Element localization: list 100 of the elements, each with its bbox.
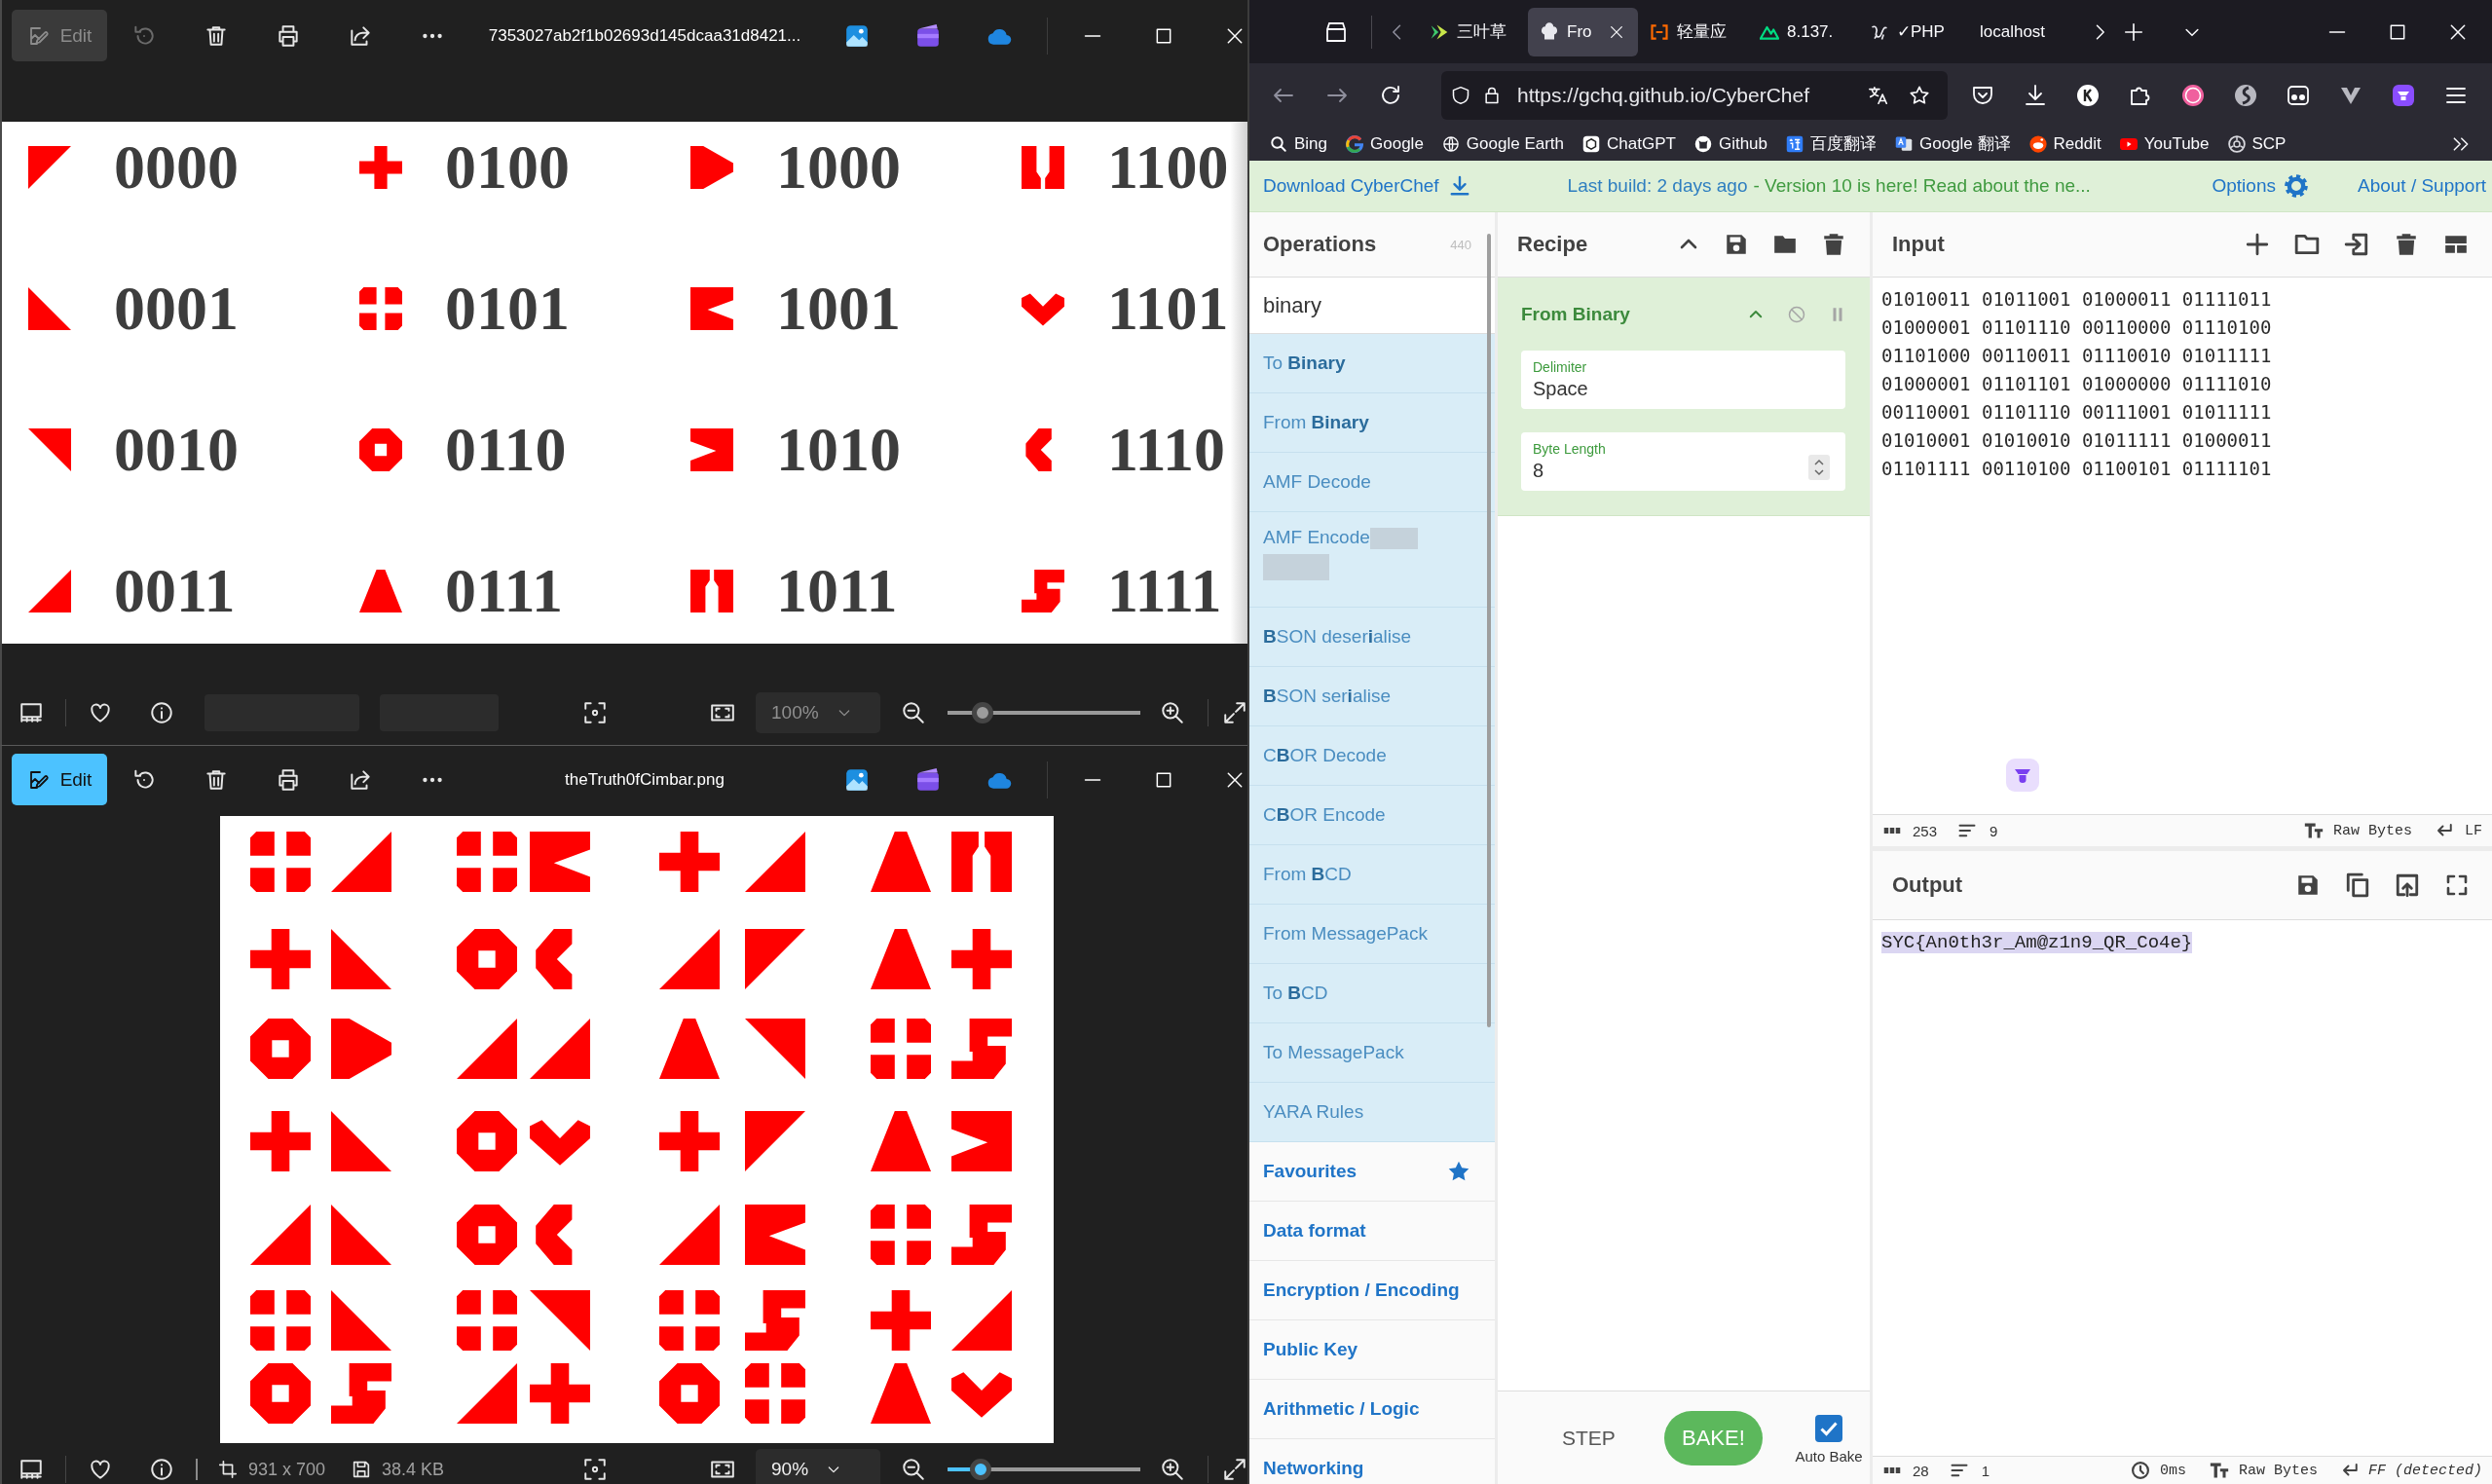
picture-app-icon[interactable] xyxy=(844,766,870,793)
round-badge-icon[interactable] xyxy=(2181,83,2205,107)
operation-item[interactable]: CBOR Decode xyxy=(1249,726,1495,786)
return-icon[interactable] xyxy=(2340,1462,2359,1479)
zoom-out-icon[interactable] xyxy=(901,1457,926,1482)
translate-icon[interactable] xyxy=(1868,84,1889,106)
print-icon[interactable] xyxy=(276,766,301,793)
extension-icon[interactable] xyxy=(2006,759,2039,792)
about-link[interactable]: About / Support xyxy=(2357,175,2486,197)
info-icon[interactable] xyxy=(149,700,174,725)
operation-item[interactable]: From Binary xyxy=(1249,393,1495,453)
browser-tab[interactable]: 三叶草 xyxy=(1418,7,1528,56)
expand-icon[interactable] xyxy=(1222,700,1247,725)
picture-app-icon[interactable] xyxy=(844,22,870,49)
zoom-in-icon[interactable] xyxy=(1160,1457,1185,1482)
ring-icon xyxy=(457,1205,517,1265)
browser-tab[interactable]: ✓PHP xyxy=(1858,7,1968,56)
browser-tab[interactable]: 8.137. xyxy=(1748,7,1858,56)
text-format-icon[interactable] xyxy=(2209,1461,2229,1480)
browser-tab[interactable]: 轻量应 xyxy=(1638,7,1748,56)
return-icon[interactable] xyxy=(2436,822,2453,839)
bookmark-link[interactable]: Reddit xyxy=(2028,133,2101,154)
letter-badge-icon[interactable] xyxy=(2076,83,2100,107)
clock-icon xyxy=(2130,1461,2150,1480)
zoom-out-icon[interactable] xyxy=(901,700,926,725)
expand-icon[interactable] xyxy=(1222,1457,1247,1482)
shield-icon[interactable] xyxy=(1451,85,1470,105)
operation-item[interactable]: To BCD xyxy=(1249,964,1495,1023)
close-tab-icon[interactable] xyxy=(1609,23,1624,40)
swirl-badge-icon[interactable] xyxy=(2234,83,2257,107)
info-icon[interactable] xyxy=(149,1457,174,1482)
ring-icon xyxy=(250,1363,311,1424)
bookmark-link[interactable]: Google xyxy=(1346,133,1424,154)
eol-label[interactable]: LF xyxy=(2465,822,2482,839)
lines-icon xyxy=(1958,822,1977,839)
scan-icon[interactable] xyxy=(582,1457,608,1482)
number-spinner[interactable] xyxy=(1808,455,1830,480)
bookmark-link[interactable]: 百度翻译 xyxy=(1786,132,1877,155)
zoom-dropdown[interactable]: 90% xyxy=(756,1449,880,1484)
film-app-icon[interactable] xyxy=(915,766,941,793)
bookmark-link[interactable]: SCP xyxy=(2227,133,2287,154)
download-link[interactable]: Download CyberChef xyxy=(1263,175,1470,197)
delete-icon[interactable] xyxy=(1821,232,1846,257)
bookmark-link[interactable]: YouTube xyxy=(2119,133,2210,154)
eol-label[interactable]: FF (detected) xyxy=(2367,1462,2482,1479)
blank-block xyxy=(1263,554,1329,580)
square-logo-icon[interactable] xyxy=(2392,83,2415,107)
folder-icon[interactable] xyxy=(2294,232,2320,257)
input-file-icon[interactable] xyxy=(2344,232,2369,257)
lock-icon[interactable] xyxy=(1482,85,1502,105)
text-format-icon[interactable] xyxy=(2303,821,2324,840)
print-icon[interactable] xyxy=(276,22,301,49)
bookmark-link[interactable]: ChatGPT xyxy=(1582,133,1676,154)
film-app-icon[interactable] xyxy=(915,22,941,49)
argument-field[interactable]: Byte Length 8 xyxy=(1521,432,1845,491)
filmstrip-icon[interactable] xyxy=(19,700,44,725)
operation-item[interactable]: BSON serialise xyxy=(1249,667,1495,726)
binary-code: 0001 xyxy=(114,275,239,343)
fullscreen-icon[interactable] xyxy=(2445,873,2469,897)
corner-triangle-icon xyxy=(659,929,720,989)
new-tab-icon[interactable] xyxy=(2123,20,2144,43)
argument-field[interactable]: Delimiter Space xyxy=(1521,351,1845,409)
delete-icon[interactable] xyxy=(2394,232,2419,257)
scan-icon[interactable] xyxy=(582,700,608,725)
save-icon[interactable] xyxy=(1724,232,1749,257)
zoom-dropdown[interactable]: 100% xyxy=(756,692,880,733)
glasses-icon[interactable] xyxy=(2287,83,2310,107)
filmstrip-icon[interactable] xyxy=(19,1457,44,1482)
notched-block-icon xyxy=(951,1111,1012,1171)
address-field[interactable]: https://gchq.github.io/CyberChef xyxy=(1441,70,1948,120)
step-button[interactable]: STEP xyxy=(1562,1426,1616,1450)
auto-bake-checkbox[interactable] xyxy=(1815,1415,1842,1442)
operation-item[interactable]: From BCD xyxy=(1249,845,1495,905)
download-icon[interactable] xyxy=(2024,83,2047,107)
slider-thumb[interactable] xyxy=(971,702,993,723)
browser-tab[interactable]: Fro xyxy=(1528,7,1638,56)
copy-icon[interactable] xyxy=(2345,872,2370,898)
search-field[interactable]: binary xyxy=(1249,278,1495,334)
bookmark-link[interactable]: Google 翻译 xyxy=(1895,132,2011,155)
browser-tab[interactable]: localhost xyxy=(1968,7,2078,56)
operation-item[interactable]: BSON deserialise xyxy=(1249,608,1495,667)
reload-icon[interactable] xyxy=(1379,83,1402,107)
add-icon[interactable] xyxy=(2245,232,2270,257)
corner-triangle-icon xyxy=(28,428,71,471)
replace-input-icon[interactable] xyxy=(2395,872,2420,898)
encoding-label[interactable]: Raw Bytes xyxy=(2238,1462,2318,1479)
star-icon[interactable] xyxy=(1909,84,1930,106)
scrollbar[interactable] xyxy=(1487,234,1491,1027)
options-link[interactable]: Options xyxy=(2212,173,2309,199)
tab-overview-icon[interactable] xyxy=(1324,19,1348,44)
operation-item[interactable]: To Binary xyxy=(1249,334,1495,393)
slider-thumb[interactable] xyxy=(969,1459,991,1480)
encoding-label[interactable]: Raw Bytes xyxy=(2332,822,2412,839)
save-icon[interactable] xyxy=(2295,872,2321,898)
zoom-in-icon[interactable] xyxy=(1160,700,1185,725)
edit-button[interactable]: Edit xyxy=(12,754,107,805)
operation-item[interactable]: CBOR Encode xyxy=(1249,786,1495,845)
bookmark-link[interactable]: Bing xyxy=(1270,133,1328,154)
bookmark-link[interactable]: Google Earth xyxy=(1441,133,1565,154)
bookmark-link[interactable]: Github xyxy=(1693,133,1767,154)
